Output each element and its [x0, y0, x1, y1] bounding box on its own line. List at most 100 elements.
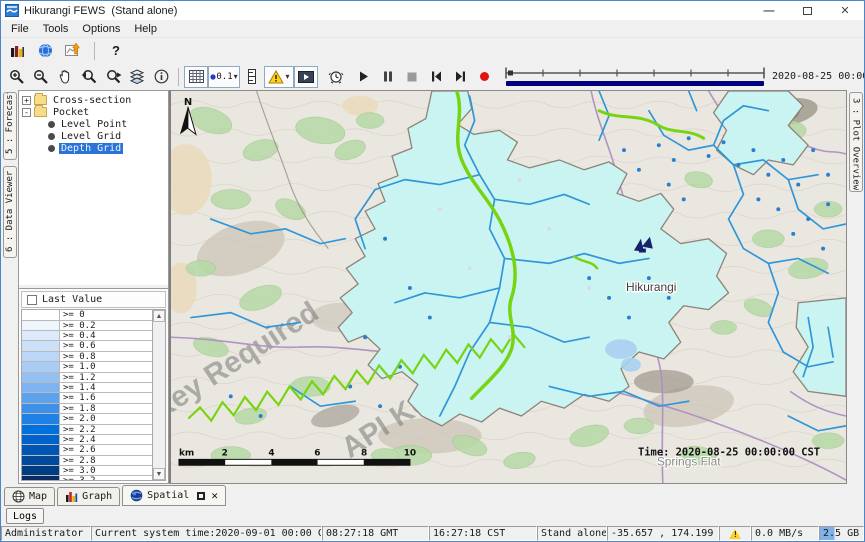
play-button[interactable]	[352, 66, 376, 88]
grid-display-icon[interactable]	[184, 66, 208, 88]
status-mode: Stand alone	[537, 526, 607, 541]
zoom-next-icon[interactable]	[101, 66, 125, 88]
globe-icon[interactable]	[33, 40, 57, 62]
collapse-icon[interactable]: -	[22, 108, 31, 117]
legend-row[interactable]: >= 3.0	[22, 466, 152, 476]
legend-color-swatch	[22, 414, 60, 423]
thresholds-warning-dropdown[interactable]: ▾	[264, 66, 294, 88]
chevron-down-icon: ▾	[234, 72, 238, 81]
info-icon[interactable]	[149, 66, 173, 88]
legend-color-swatch	[22, 310, 60, 319]
tree-item-depth-grid[interactable]: Depth Grid	[48, 142, 168, 154]
legend-threshold-label: >= 1.2	[60, 373, 152, 382]
map-time-overlay: Time: 2020-08-25 00:00:00 CST	[638, 446, 820, 458]
spatial-display-icon[interactable]	[61, 40, 85, 62]
legend-scrollbar[interactable]: ▲ ▼	[152, 310, 165, 480]
scroll-down-icon[interactable]: ▼	[153, 468, 165, 480]
menu-tools[interactable]: Tools	[36, 22, 76, 36]
legend-row[interactable]: >= 2.2	[22, 425, 152, 435]
tab-data-viewer[interactable]: 6 : Data Viewer	[3, 166, 17, 258]
status-memory[interactable]: 2.5 GB	[819, 526, 864, 541]
animation-movie-icon[interactable]	[294, 66, 318, 88]
skip-to-end-button[interactable]	[448, 66, 472, 88]
legend-threshold-label: >= 2.6	[60, 445, 152, 454]
layers-icon[interactable]	[125, 66, 149, 88]
status-user: Administrator	[1, 526, 91, 541]
legend-row[interactable]: >= 0.4	[22, 331, 152, 341]
help-icon[interactable]: ?	[104, 40, 128, 62]
legend-row[interactable]: >= 2.6	[22, 445, 152, 455]
bullet-icon	[48, 145, 55, 152]
status-gmt-time: 08:27:18 GMT	[322, 526, 429, 541]
bar-chart-icon	[65, 490, 78, 503]
last-value-checkbox[interactable]	[27, 295, 37, 305]
legend-color-swatch	[22, 476, 60, 480]
close-panel-icon[interactable]: ✕	[211, 489, 218, 502]
skip-to-start-button[interactable]	[424, 66, 448, 88]
tree-item-level-point[interactable]: Level Point	[48, 118, 168, 130]
legend-row[interactable]: >= 1.4	[22, 383, 152, 393]
bullet-icon	[48, 133, 55, 140]
minimize-button[interactable]: —	[750, 1, 788, 20]
scroll-up-icon[interactable]: ▲	[153, 310, 165, 322]
record-button[interactable]	[472, 66, 496, 88]
database-icon[interactable]	[5, 40, 29, 62]
tab-graph[interactable]: Graph	[57, 487, 120, 506]
tree-item-level-grid[interactable]: Level Grid	[48, 130, 168, 142]
zoom-in-icon[interactable]	[5, 66, 29, 88]
legend-row[interactable]: >= 3.2	[22, 476, 152, 480]
pan-hand-icon[interactable]	[53, 66, 77, 88]
legend-color-swatch	[22, 352, 60, 361]
legend-row[interactable]: >= 2.8	[22, 456, 152, 466]
legend-threshold-label: >= 1.8	[60, 404, 152, 413]
scale-bar-icon[interactable]	[240, 66, 264, 88]
close-button[interactable]: ✕	[826, 1, 864, 20]
class-break-dropdown[interactable]: 0.1 ▾	[208, 66, 240, 88]
maximize-panel-icon[interactable]	[197, 492, 205, 500]
tree-item-cross-section[interactable]: + Cross-section	[22, 94, 168, 106]
legend-row[interactable]: >= 0.6	[22, 341, 152, 351]
time-slider[interactable]	[504, 66, 766, 88]
expand-icon[interactable]: +	[22, 96, 31, 105]
legend-color-swatch	[22, 362, 60, 371]
zoom-out-icon[interactable]	[29, 66, 53, 88]
logs-button[interactable]: Logs	[6, 508, 44, 524]
legend-row[interactable]: >= 2.4	[22, 435, 152, 445]
legend-header: Last Value	[21, 291, 166, 308]
legend-row[interactable]: >= 2.0	[22, 414, 152, 424]
tab-spatial[interactable]: Spatial ✕	[122, 485, 226, 506]
maximize-button[interactable]	[788, 1, 826, 20]
tab-plot-overview[interactable]: 3 : Plot Overview	[849, 92, 863, 192]
tree-item-pocket[interactable]: - Pocket	[22, 106, 168, 118]
tab-forecast[interactable]: 5 : Forecast	[3, 92, 17, 160]
svg-text:4: 4	[268, 448, 274, 458]
legend-row[interactable]: >= 0.8	[22, 352, 152, 362]
map-viewport[interactable]: API Key Required API Key Required	[169, 90, 847, 484]
legend-row[interactable]: >= 0	[22, 310, 152, 320]
animation-timer-icon[interactable]	[324, 66, 348, 88]
legend-row[interactable]: >= 1.0	[22, 362, 152, 372]
legend-color-swatch	[22, 331, 60, 340]
menu-options[interactable]: Options	[75, 22, 127, 36]
legend-row[interactable]: >= 1.8	[22, 404, 152, 414]
menu-file[interactable]: File	[4, 22, 36, 36]
pause-button[interactable]	[376, 66, 400, 88]
chevron-down-icon: ▾	[285, 72, 289, 81]
stop-button[interactable]	[400, 66, 424, 88]
map-canvas[interactable]: API Key Required API Key Required	[171, 91, 846, 483]
title-bar: Hikurangi FEWS (Stand alone) — ✕	[1, 1, 864, 20]
zoom-previous-icon[interactable]	[77, 66, 101, 88]
app-window: Hikurangi FEWS (Stand alone) — ✕ File To…	[0, 0, 865, 542]
legend-row[interactable]: >= 0.2	[22, 321, 152, 331]
legend-threshold-label: >= 2.8	[60, 456, 152, 465]
legend-row[interactable]: >= 1.2	[22, 373, 152, 383]
status-warning[interactable]	[719, 526, 751, 541]
legend-color-swatch	[22, 393, 60, 402]
legend-row[interactable]: >= 1.6	[22, 393, 152, 403]
folder-icon	[34, 95, 47, 105]
menu-help[interactable]: Help	[127, 22, 164, 36]
current-map-datetime: 2020-08-25 00:00:00 CST	[772, 71, 865, 82]
svg-text:6: 6	[314, 448, 320, 458]
tab-map[interactable]: Map	[4, 487, 55, 506]
svg-text:10: 10	[404, 448, 416, 458]
